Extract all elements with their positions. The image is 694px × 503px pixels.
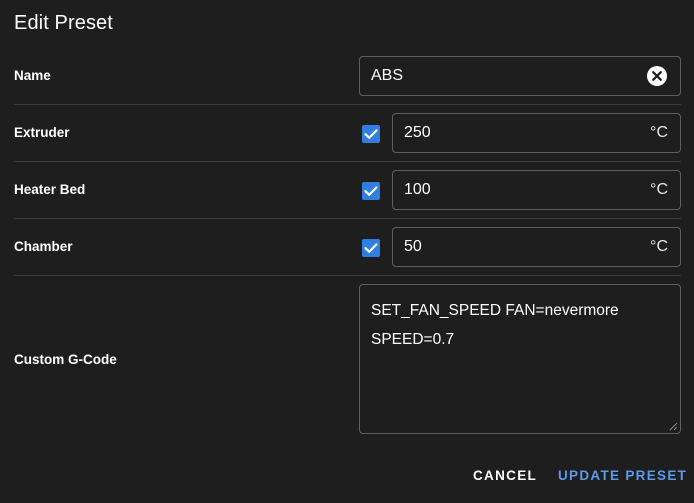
custom-gcode-label: Custom G-Code: [14, 352, 117, 367]
update-preset-button[interactable]: UPDATE PRESET: [558, 466, 687, 486]
extruder-enabled-checkbox[interactable]: [362, 125, 380, 143]
heater-bed-row: Heater Bed 100 °C: [0, 162, 694, 218]
chamber-enabled-checkbox[interactable]: [362, 239, 380, 257]
extruder-temp-input[interactable]: 250 °C: [392, 113, 681, 153]
custom-gcode-row: Custom G-Code SET_FAN_SPEED FAN=nevermor…: [0, 276, 694, 446]
extruder-row: Extruder 250 °C: [0, 105, 694, 161]
cancel-button[interactable]: CANCEL: [473, 466, 537, 486]
chamber-temp-unit: °C: [650, 238, 668, 255]
resize-handle-icon[interactable]: [669, 422, 678, 431]
check-icon: [364, 186, 378, 196]
name-input[interactable]: ABS: [359, 56, 681, 96]
chamber-label: Chamber: [14, 239, 73, 254]
check-icon: [364, 129, 378, 139]
extruder-temp-value: 250: [404, 124, 431, 141]
heater-bed-temp-input[interactable]: 100 °C: [392, 170, 681, 210]
dialog-title: Edit Preset: [14, 12, 113, 34]
heater-bed-label: Heater Bed: [14, 182, 86, 197]
name-input-value: ABS: [371, 67, 404, 84]
clear-icon[interactable]: [647, 66, 667, 86]
heater-bed-enabled-checkbox[interactable]: [362, 182, 380, 200]
custom-gcode-textarea[interactable]: SET_FAN_SPEED FAN=nevermore SPEED=0.7: [359, 284, 681, 434]
custom-gcode-text: SET_FAN_SPEED FAN=nevermore SPEED=0.7: [371, 302, 619, 348]
chamber-temp-value: 50: [404, 238, 422, 255]
check-icon: [364, 243, 378, 253]
name-label: Name: [14, 68, 51, 83]
chamber-temp-input[interactable]: 50 °C: [392, 227, 681, 267]
name-row: Name ABS: [0, 48, 694, 104]
heater-bed-temp-unit: °C: [650, 181, 668, 198]
extruder-label: Extruder: [14, 125, 70, 140]
heater-bed-temp-value: 100: [404, 181, 431, 198]
extruder-temp-unit: °C: [650, 124, 668, 141]
chamber-row: Chamber 50 °C: [0, 219, 694, 275]
